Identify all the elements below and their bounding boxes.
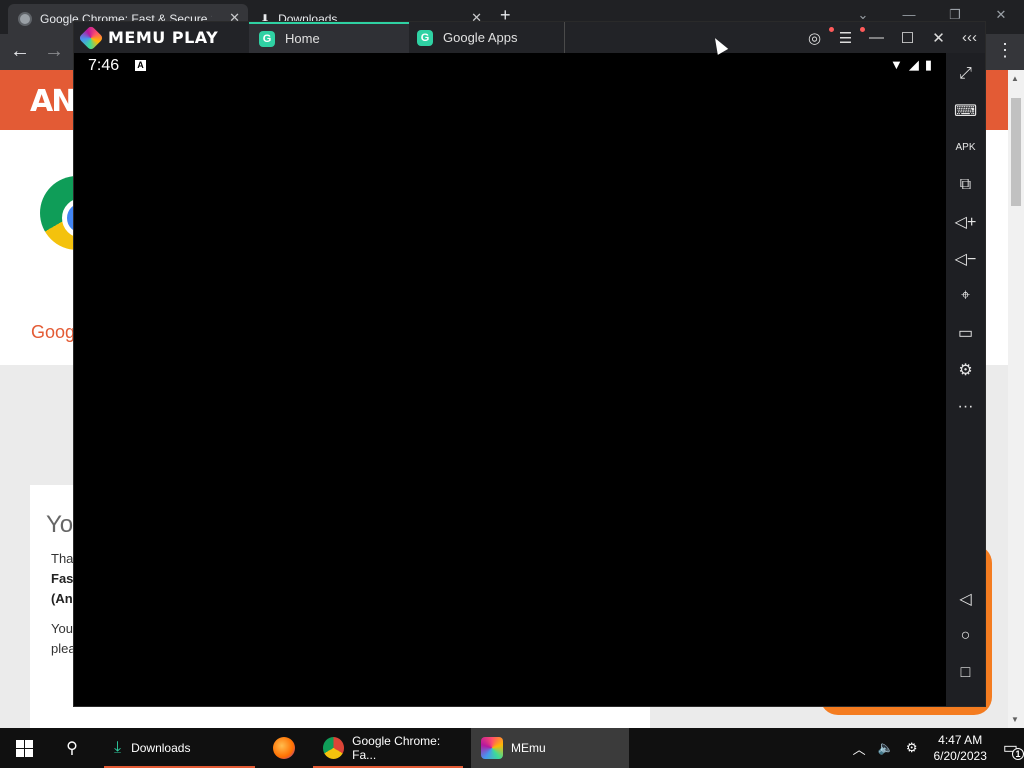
forward-arrow-icon[interactable]: →	[44, 40, 64, 63]
app-tab-icon: G	[417, 29, 433, 46]
panel-text: Fas	[51, 571, 74, 586]
maximize-icon[interactable]: ☐	[892, 29, 923, 47]
taskbar-item-label: Downloads	[131, 741, 191, 755]
back-arrow-icon[interactable]: ←	[10, 40, 30, 63]
settings-button[interactable]: ⚙	[946, 351, 985, 388]
system-tray: ︿ 🔈 ⚙ 4:47 AM 6/20/2023 ▭ 1	[847, 728, 1024, 768]
more-button[interactable]: ···	[946, 388, 985, 425]
back-icon: ◁	[959, 590, 972, 608]
menu-icon[interactable]: ☰	[830, 26, 865, 47]
memu-tab-google-apps[interactable]: G Google Apps	[407, 22, 565, 53]
minimize-icon[interactable]: —	[861, 29, 892, 46]
notification-icon: A	[135, 60, 146, 71]
scrollbar-thumb[interactable]	[1011, 98, 1021, 206]
site-logo[interactable]: AN	[30, 84, 76, 119]
account-icon[interactable]: ◎	[799, 26, 834, 47]
volume-up-button[interactable]: ◁+	[946, 203, 985, 240]
scroll-up-icon[interactable]: ▲	[1011, 74, 1019, 83]
close-icon[interactable]: ✕	[923, 29, 954, 47]
android-screen[interactable]	[74, 79, 946, 706]
recents-icon: □	[960, 663, 971, 681]
app-name[interactable]: Goog	[31, 322, 75, 343]
folder-icon: ▭	[957, 324, 974, 342]
search-button[interactable]: ⚲	[48, 728, 96, 768]
collapse-sidebar-icon[interactable]: ‹‹‹	[954, 29, 985, 46]
more-vert-icon[interactable]: ⋮	[996, 40, 1014, 61]
status-icons: ▼ ◢ ▮	[890, 57, 932, 73]
memu-titlebar[interactable]: MEMU PLAY G Home G Google Apps ◎ ☰ — ☐ ✕…	[74, 22, 985, 53]
fullscreen-icon: ⤢	[959, 64, 972, 82]
status-time: 7:46	[88, 57, 120, 74]
home-icon: ○	[960, 626, 971, 644]
taskbar-item-label: Google Chrome: Fa...	[352, 734, 441, 762]
clock-time: 4:47 AM	[938, 733, 983, 747]
android-home-button[interactable]: ○	[946, 617, 985, 654]
panel-text: plea	[51, 641, 76, 656]
memu-tab-label: Home	[285, 31, 320, 46]
location-button[interactable]: ⌖	[946, 277, 985, 314]
android-recents-button[interactable]: □	[946, 654, 985, 691]
battery-icon: ▮	[924, 57, 932, 72]
fullscreen-button[interactable]: ⤢	[946, 55, 985, 92]
globe-icon	[18, 12, 32, 26]
wifi-icon: ▼	[889, 57, 903, 72]
panel-text: (An	[51, 591, 73, 606]
taskbar-item-downloads[interactable]: ⤓ Downloads	[104, 728, 255, 768]
memu-logo: MEMU PLAY	[78, 24, 219, 51]
settings-gear-icon[interactable]: ⚙	[906, 740, 918, 756]
keyboard-icon: ⌨	[953, 102, 978, 120]
folder-button[interactable]: ▭	[946, 314, 985, 351]
windows-logo-icon	[15, 739, 33, 757]
show-hidden-icons-icon[interactable]: ︿	[853, 739, 866, 758]
notification-count: 1	[1012, 748, 1024, 760]
android-back-button[interactable]: ◁	[946, 580, 985, 617]
taskbar-item-firefox[interactable]	[262, 728, 306, 768]
memu-icon	[481, 737, 503, 759]
signal-icon: ◢	[908, 57, 919, 72]
panel-text: You	[51, 621, 73, 636]
memu-window: MEMU PLAY G Home G Google Apps ◎ ☰ — ☐ ✕…	[73, 21, 986, 707]
search-icon: ⚲	[66, 740, 78, 757]
taskbar-item-label: MEmu	[511, 741, 546, 755]
taskbar-item-memu[interactable]: MEmu	[471, 728, 629, 768]
settings-icon: ⚙	[958, 361, 973, 379]
memu-tab-label: Google Apps	[443, 30, 518, 45]
clock[interactable]: 4:47 AM 6/20/2023	[933, 732, 986, 764]
taskbar: ⚲ ⤓ Downloads Google Chrome: Fa... MEmu …	[0, 728, 1024, 768]
chrome-icon	[323, 737, 345, 759]
apk-button[interactable]: APK	[946, 129, 985, 166]
scroll-down-icon[interactable]: ▼	[1011, 715, 1019, 724]
panel-text: Tha	[51, 551, 74, 566]
action-center-icon[interactable]: ▭ 1	[1003, 738, 1024, 760]
volume-up-icon: ◁+	[954, 213, 977, 231]
volume-down-icon: ◁−	[954, 250, 977, 268]
multi-instance-icon: ⧉	[959, 175, 972, 193]
memu-tab-home[interactable]: G Home	[249, 22, 409, 53]
android-status-bar: 7:46 A ▼ ◢ ▮	[74, 53, 946, 79]
multi-instance-button[interactable]: ⧉	[946, 166, 985, 203]
memu-sidebar: ⤢ ⌨ APK ⧉ ◁+ ◁− ⌖ ▭ ⚙ ··· ◁ ○ □	[946, 53, 985, 706]
clock-date: 6/20/2023	[933, 749, 987, 763]
volume-icon[interactable]: 🔈	[878, 740, 894, 756]
apk-icon: APK	[955, 142, 976, 153]
download-arrow-icon: ⤓	[114, 739, 122, 756]
start-button[interactable]	[0, 728, 48, 768]
keyboard-button[interactable]: ⌨	[946, 92, 985, 129]
taskbar-item-chrome[interactable]: Google Chrome: Fa...	[313, 728, 463, 768]
memu-gem-icon	[78, 24, 104, 51]
memu-window-controls: ◎ ☰ — ☐ ✕ ‹‹‹	[799, 22, 985, 53]
panel-title: Yo	[46, 511, 74, 538]
location-icon: ⌖	[960, 286, 970, 304]
memu-brand: MEMU PLAY	[108, 28, 219, 47]
scrollbar[interactable]: ▲ ▼	[1008, 70, 1024, 728]
app-tab-icon: G	[259, 30, 275, 47]
firefox-icon	[273, 737, 295, 759]
more-icon: ···	[957, 397, 974, 415]
volume-down-button[interactable]: ◁−	[946, 240, 985, 277]
